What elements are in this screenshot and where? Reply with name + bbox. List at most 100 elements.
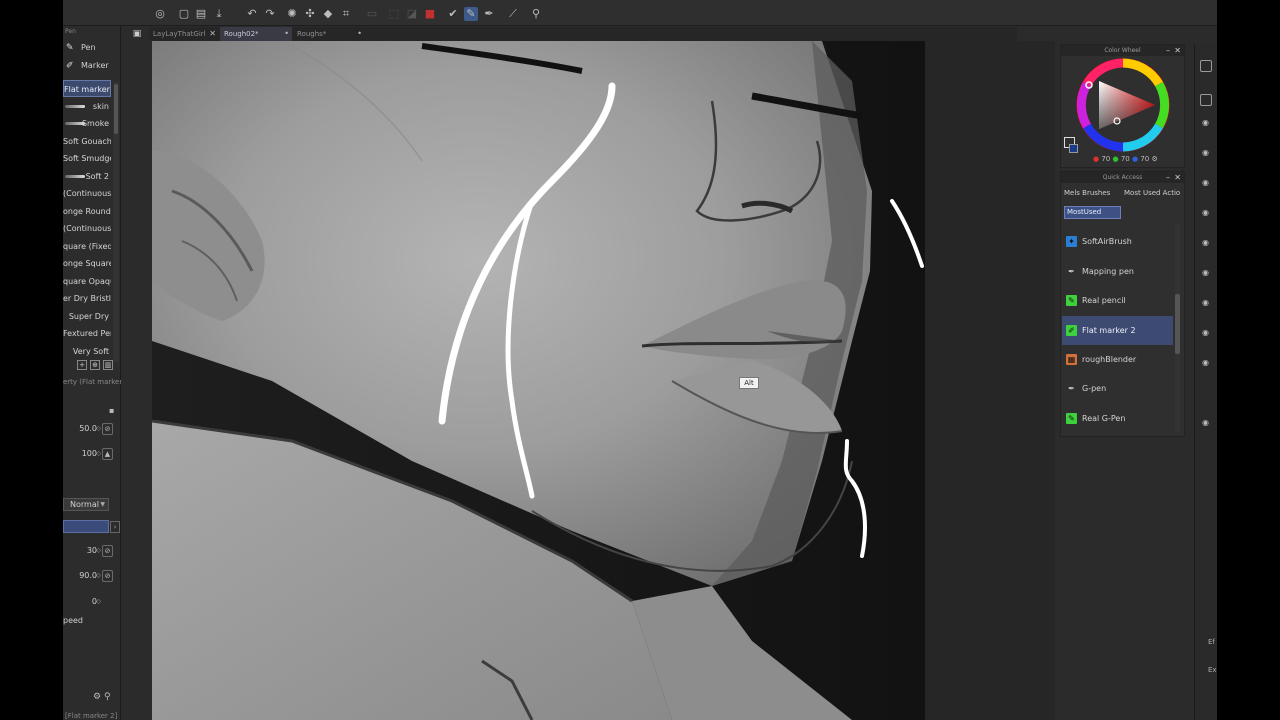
pressure-icon[interactable]: ⊘: [102, 545, 113, 557]
lock-icon[interactable]: ▪: [109, 406, 114, 415]
stabilizer-icon[interactable]: ✎: [464, 7, 478, 21]
open-folder-icon[interactable]: ▤: [194, 7, 208, 21]
density-field[interactable]: 30 ◇ ⊘: [63, 544, 113, 558]
crop-icon[interactable]: ⌗: [339, 7, 353, 21]
clear-icon[interactable]: ◪: [405, 7, 419, 21]
close-icon[interactable]: •: [357, 27, 362, 41]
tab-roughs[interactable]: Roughs* •: [293, 27, 365, 41]
quick-access-scrollbar[interactable]: [1175, 224, 1180, 432]
delete-subtool-icon[interactable]: ▥: [103, 360, 113, 370]
close-icon[interactable]: •: [284, 27, 289, 41]
settings-icon[interactable]: ⚙: [1152, 155, 1158, 163]
opacity-field[interactable]: 100 ◇ ▲: [63, 447, 113, 461]
tab-laylay[interactable]: LayLayThatGirl ✕: [149, 27, 219, 41]
add-subtool-icon[interactable]: +: [77, 360, 87, 370]
opacity-pressure-icon[interactable]: ▲: [102, 448, 113, 460]
spinner-icon[interactable]: ◇: [96, 569, 101, 583]
brush-item[interactable]: (Continuous): [63, 185, 111, 202]
transform-icon[interactable]: ⬚: [387, 7, 401, 21]
eye-icon[interactable]: ◉: [1202, 358, 1212, 368]
quick-item-softairbrush[interactable]: ✦ SoftAirBrush: [1062, 227, 1173, 256]
category-marker[interactable]: ✐ Marker: [63, 58, 113, 74]
canvas[interactable]: [152, 41, 925, 720]
eye-icon[interactable]: ◉: [1202, 208, 1212, 218]
snap-icon[interactable]: ✣: [303, 7, 317, 21]
vector-pen-icon[interactable]: ✒: [482, 7, 496, 21]
tab-most-used[interactable]: Most Used Actio: [1124, 186, 1180, 200]
brush-item[interactable]: onge Round: [63, 203, 111, 220]
spinner-icon[interactable]: ◇: [96, 422, 101, 436]
zoom-icon[interactable]: ⚲: [104, 692, 111, 702]
brush-item[interactable]: Super Dry: [63, 308, 111, 325]
stabilization-field[interactable]: 0 ◇: [63, 595, 113, 609]
eyedropper-icon[interactable]: ⚲: [529, 7, 543, 21]
redo-icon[interactable]: ↷: [263, 7, 277, 21]
brush-item[interactable]: onge Square: [63, 255, 111, 272]
brush-item[interactable]: quare (Fixed): [63, 238, 111, 255]
eye-icon[interactable]: ◉: [1202, 118, 1212, 128]
brush-item[interactable]: quare Opaque: [63, 273, 111, 290]
close-icon[interactable]: ✕: [1174, 172, 1181, 183]
minimize-icon[interactable]: –: [1166, 172, 1170, 183]
eye-icon[interactable]: ◉: [1202, 238, 1212, 248]
quick-item-real-g-pen[interactable]: ✎ Real G-Pen: [1062, 404, 1173, 433]
eye-icon[interactable]: ◉: [1202, 268, 1212, 278]
brush-item[interactable]: (Continuous): [63, 220, 111, 237]
tab-rough02[interactable]: Rough02* •: [220, 27, 292, 41]
duplicate-subtool-icon[interactable]: ⊕: [90, 360, 100, 370]
brush-item[interactable]: Soft Smudge: [63, 150, 111, 167]
color-wheel[interactable]: [1075, 57, 1171, 153]
spinner-icon[interactable]: ◇: [96, 544, 101, 558]
layer-panel-icon[interactable]: [1200, 60, 1212, 72]
brush-item[interactable]: Fextured Pen: [63, 325, 111, 342]
new-file-icon[interactable]: ▢: [177, 7, 191, 21]
brush-list-scrollbar[interactable]: [113, 82, 119, 362]
brush-item[interactable]: skin: [63, 98, 111, 115]
brush-item[interactable]: Soft Gouache: [63, 133, 111, 150]
eye-icon[interactable]: ◉: [1202, 418, 1212, 428]
close-icon[interactable]: ✕: [209, 27, 216, 41]
eye-icon[interactable]: ◉: [1202, 178, 1212, 188]
eye-icon[interactable]: ◉: [1202, 328, 1212, 338]
spinner-icon[interactable]: ◇: [96, 447, 101, 461]
brush-item[interactable]: Smoke: [63, 115, 111, 132]
record-icon[interactable]: ■: [423, 7, 437, 21]
settings-icon[interactable]: ✺: [285, 7, 299, 21]
tab-menu-icon[interactable]: ▣: [129, 27, 145, 41]
brush-item[interactable]: Soft 2: [63, 168, 111, 185]
ruler-icon[interactable]: ⟋: [506, 7, 520, 21]
quick-access-set-select[interactable]: MostUsed: [1064, 206, 1121, 219]
brush-item[interactable]: Very Soft: [63, 343, 111, 360]
blend-mode-select[interactable]: Normal ▼: [63, 498, 109, 511]
scrollbar-thumb[interactable]: [114, 84, 118, 134]
undo-icon[interactable]: ↶: [245, 7, 259, 21]
eye-icon[interactable]: ◉: [1202, 298, 1212, 308]
check-pen-icon[interactable]: ✔: [446, 7, 460, 21]
wrench-icon[interactable]: ⚙: [93, 692, 101, 702]
sub-color-swatch[interactable]: [1069, 144, 1078, 153]
tab-mels-brushes[interactable]: Mels Brushes: [1064, 186, 1110, 200]
close-icon[interactable]: ✕: [1174, 45, 1181, 56]
angle-field[interactable]: 90.0 ◇ ⊘: [63, 569, 113, 583]
pressure-icon[interactable]: ⊘: [102, 570, 113, 582]
selection-icon[interactable]: ▭: [365, 7, 379, 21]
quick-item-roughblender[interactable]: ▦ roughBlender: [1062, 345, 1173, 374]
quick-item-real-pencil[interactable]: ✎ Real pencil: [1062, 286, 1173, 315]
minimize-icon[interactable]: –: [1166, 45, 1170, 56]
scrollbar-thumb[interactable]: [1175, 294, 1180, 354]
app-menu-icon[interactable]: ◎: [153, 7, 167, 21]
quick-item-flat-marker-2[interactable]: ✐ Flat marker 2: [1062, 316, 1173, 345]
fill-icon[interactable]: ◆: [321, 7, 335, 21]
category-pen[interactable]: ✎ Pen: [63, 40, 113, 56]
save-icon[interactable]: ⤓: [212, 7, 226, 21]
chevron-right-icon[interactable]: ›: [110, 521, 120, 533]
quick-item-mapping-pen[interactable]: ✒ Mapping pen: [1062, 257, 1173, 286]
brush-tip-preview[interactable]: ›: [63, 520, 120, 533]
pressure-icon[interactable]: ⊘: [102, 423, 113, 435]
brush-size-field[interactable]: 50.0 ◇ ⊘: [63, 422, 113, 436]
spinner-icon[interactable]: ◇: [96, 595, 101, 609]
brush-item[interactable]: er Dry Bristle: [63, 290, 111, 307]
brush-item[interactable]: Flat marker 2: [63, 80, 111, 97]
eye-icon[interactable]: ◉: [1202, 148, 1212, 158]
layer-property-icon[interactable]: [1200, 94, 1212, 106]
